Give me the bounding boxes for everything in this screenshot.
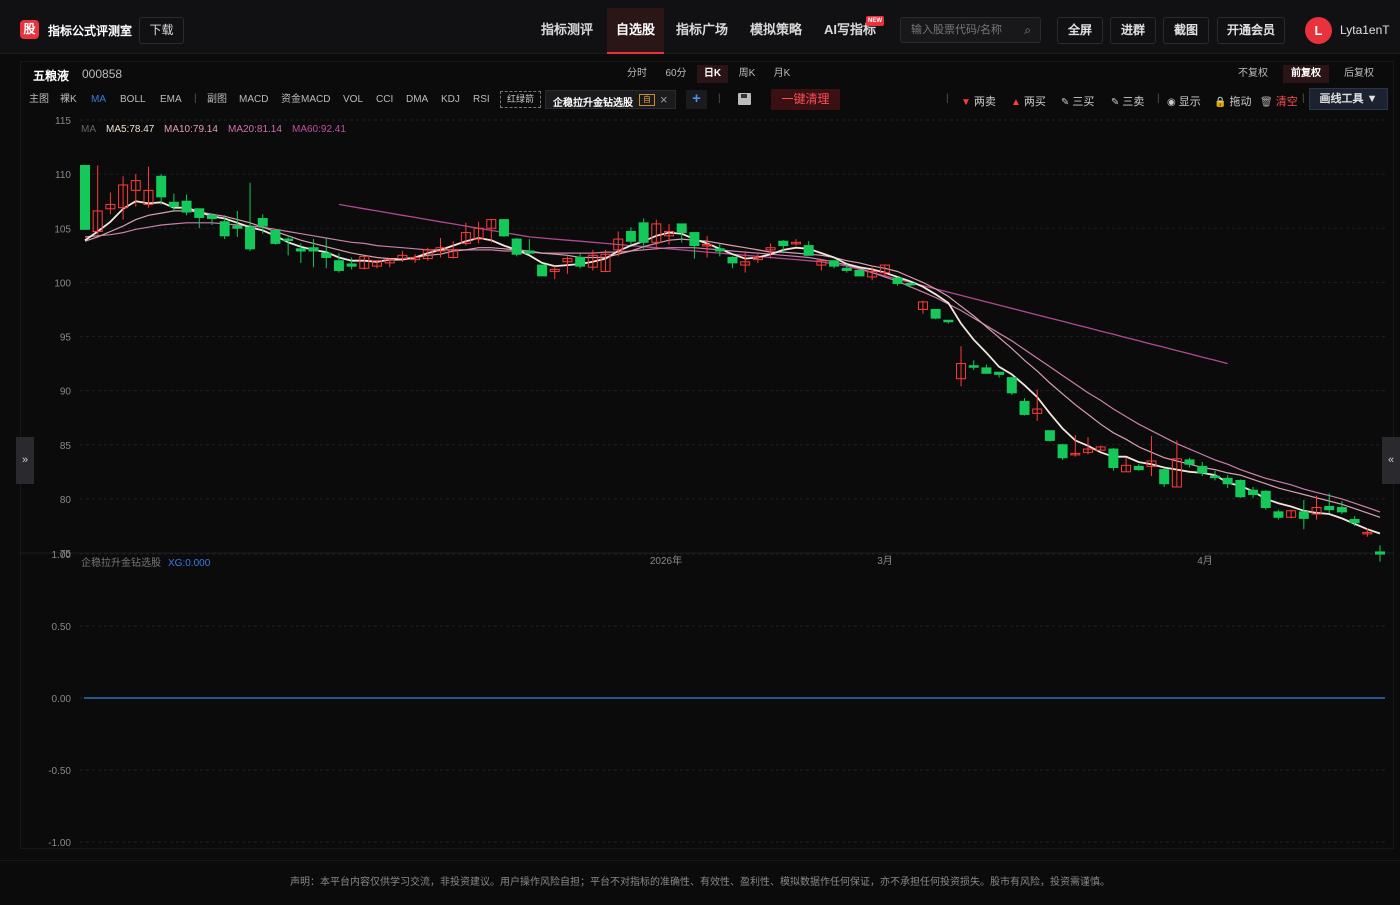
- save-icon[interactable]: [738, 93, 751, 105]
- pen-icon: ✎: [1111, 97, 1120, 108]
- eye-icon: ◉: [1167, 97, 1176, 108]
- tool-clear-label: 清空: [1275, 96, 1298, 108]
- tool-two-sell-label: 两卖: [973, 96, 996, 108]
- adjust-backward[interactable]: 后复权: [1338, 65, 1380, 83]
- search-box: ⌕: [900, 17, 1041, 43]
- tool-three-buy[interactable]: ✎ 三买: [1061, 93, 1094, 109]
- username[interactable]: Lyta1enT: [1340, 23, 1390, 37]
- ind-macd[interactable]: MACD: [239, 93, 268, 106]
- tool-drag[interactable]: 🔒 拖动: [1214, 93, 1251, 109]
- chart-panel: [20, 61, 1394, 849]
- period-daily[interactable]: 日K: [697, 65, 728, 83]
- adjust-none[interactable]: 不复权: [1232, 65, 1274, 83]
- separator: |: [194, 93, 197, 104]
- ind-ma[interactable]: MA: [91, 93, 106, 106]
- drawing-tools-button[interactable]: 画线工具 ▼: [1309, 88, 1388, 110]
- trash-icon: 🗑: [1260, 97, 1273, 108]
- stock-code: 000858: [82, 67, 123, 81]
- nav-simulated-strategy[interactable]: 模拟策略: [745, 8, 807, 54]
- tool-three-buy-label: 三买: [1072, 96, 1095, 108]
- disclaimer: 声明：本平台内容仅供学习交流，非投资建议。用户操作风险自担；平台不对指标的准确性…: [0, 860, 1400, 900]
- ind-ema[interactable]: EMA: [160, 93, 182, 106]
- pen-icon: ✎: [1061, 97, 1070, 108]
- ind-kdj[interactable]: KDJ: [441, 93, 460, 106]
- tool-three-sell[interactable]: ✎ 三卖: [1111, 93, 1144, 109]
- app-logo[interactable]: 股: [20, 20, 39, 39]
- red-green-arrow-toggle[interactable]: 红绿箭: [500, 91, 541, 108]
- lock-icon: 🔒: [1214, 97, 1227, 108]
- down-triangle-icon: ▼: [961, 97, 971, 108]
- avatar[interactable]: L: [1305, 17, 1332, 44]
- search-icon[interactable]: ⌕: [1024, 23, 1031, 38]
- up-triangle-icon: ▲: [1011, 97, 1021, 108]
- screenshot-button[interactable]: 截图: [1163, 17, 1209, 44]
- brand-name[interactable]: 指标公式评测室: [48, 22, 132, 39]
- period-timeshare[interactable]: 分时: [622, 65, 652, 83]
- download-button[interactable]: 下载: [139, 17, 184, 44]
- stock-name: 五粮液: [33, 69, 70, 83]
- tool-show-label: 显示: [1178, 96, 1201, 108]
- new-badge: NEW: [866, 16, 884, 26]
- top-bar: 股 指标公式评测室 下载 指标测评 自选股 指标广场 模拟策略 AI写指标 NE…: [0, 0, 1400, 54]
- adjust-forward[interactable]: 前复权: [1283, 65, 1329, 83]
- period-60min[interactable]: 60分: [660, 65, 692, 83]
- nav-indicator-review[interactable]: 指标测评: [536, 8, 598, 54]
- formula-tag-label: 企稳拉升金钻选股: [553, 98, 633, 109]
- tool-two-sell[interactable]: ▼ 两卖: [961, 93, 996, 109]
- membership-button[interactable]: 开通会员: [1217, 17, 1285, 44]
- tool-three-sell-label: 三卖: [1122, 96, 1145, 108]
- separator: |: [1302, 93, 1305, 104]
- tool-clear[interactable]: 🗑 清空: [1260, 93, 1298, 109]
- separator: |: [718, 93, 721, 104]
- nav-indicator-square[interactable]: 指标广场: [671, 8, 733, 54]
- ind-cci[interactable]: CCI: [376, 93, 393, 106]
- formula-tag[interactable]: 企稳拉升金钻选股 自 ×: [545, 90, 676, 109]
- search-input[interactable]: [901, 18, 1011, 42]
- join-group-button[interactable]: 进群: [1110, 17, 1156, 44]
- tool-two-buy-label: 两买: [1023, 96, 1046, 108]
- period-weekly[interactable]: 周K: [733, 65, 761, 83]
- add-indicator-button[interactable]: +: [686, 90, 707, 109]
- nav-watchlist[interactable]: 自选股: [607, 8, 664, 54]
- separator: |: [946, 93, 949, 104]
- separator: |: [1157, 93, 1160, 104]
- period-monthly[interactable]: 月K: [768, 65, 796, 83]
- expand-right-icon[interactable]: «: [1382, 437, 1400, 484]
- tool-two-buy[interactable]: ▲ 两买: [1011, 93, 1046, 109]
- close-icon[interactable]: ×: [660, 92, 668, 107]
- one-click-clear-button[interactable]: 一键清理: [771, 89, 840, 110]
- nav-ai-write-indicator[interactable]: AI写指标: [819, 8, 881, 54]
- ind-fund-macd[interactable]: 资金MACD: [281, 93, 330, 106]
- tool-show[interactable]: ◉ 显示: [1167, 93, 1201, 109]
- ind-rsi[interactable]: RSI: [473, 93, 490, 106]
- ind-vol[interactable]: VOL: [343, 93, 363, 106]
- ind-boll[interactable]: BOLL: [120, 93, 146, 106]
- ind-naked-k[interactable]: 裸K: [60, 93, 77, 106]
- ind-sub-chart[interactable]: 副图: [207, 93, 227, 106]
- expand-left-icon[interactable]: »: [16, 437, 34, 484]
- custom-badge: 自: [639, 94, 655, 106]
- ind-main-chart[interactable]: 主图: [29, 93, 49, 106]
- fullscreen-button[interactable]: 全屏: [1057, 17, 1103, 44]
- tool-drag-label: 拖动: [1229, 96, 1252, 108]
- ind-dma[interactable]: DMA: [406, 93, 428, 106]
